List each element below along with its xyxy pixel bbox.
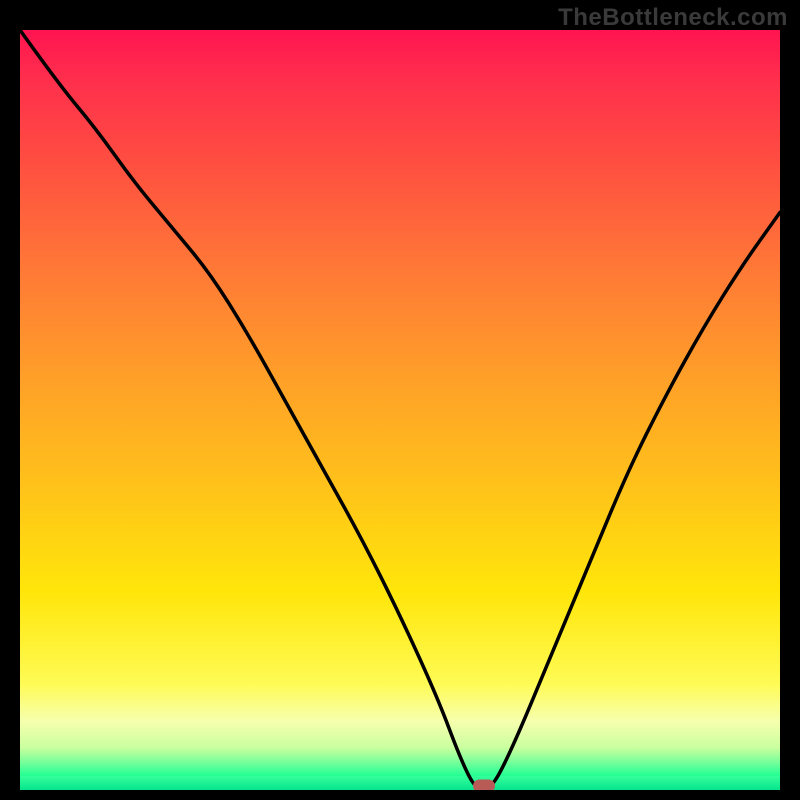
optimal-marker [473,780,495,790]
watermark-text: TheBottleneck.com [558,4,788,32]
plot-area [20,30,780,790]
bottleneck-curve [20,30,780,790]
chart-frame: TheBottleneck.com [0,0,800,800]
curve-path [20,30,780,790]
